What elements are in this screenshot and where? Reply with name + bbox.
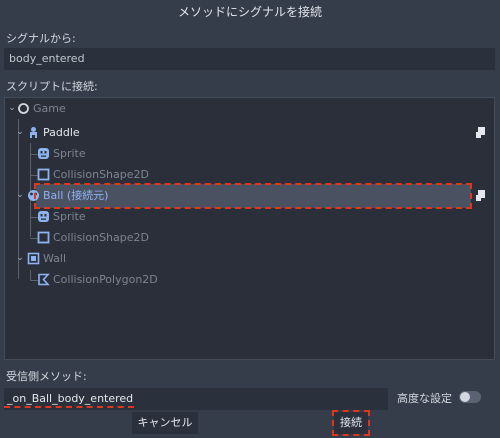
tree-row-ball[interactable]: ⌄ Ball (接続元) <box>5 185 494 206</box>
tree-row-collisionshape2d[interactable]: CollisionShape2D <box>5 227 494 248</box>
advanced-settings-label: 高度な設定 <box>397 392 452 405</box>
tree-node-label: CollisionPolygon2D <box>53 273 158 286</box>
tree-row-game[interactable]: ⌄ Game <box>5 98 494 119</box>
scene-tree: ⌄ Game ⌄ Paddle Sprite CollisionShape2D … <box>4 97 495 360</box>
tree-row-sprite[interactable]: Sprite <box>5 206 494 227</box>
connect-signal-dialog: メソッドにシグナルを接続 シグナルから: body_entered スクリプトに… <box>0 0 500 438</box>
from-signal-label: シグナルから: <box>6 32 76 45</box>
chevron-down-icon[interactable]: ⌄ <box>7 98 17 119</box>
collision-polygon-icon <box>38 273 50 286</box>
collision-shape-icon <box>37 168 50 181</box>
tree-node-label: CollisionShape2D <box>53 231 149 244</box>
advanced-settings-toggle[interactable] <box>459 391 481 403</box>
tree-node-label-selected: Ball (接続元) <box>43 189 109 202</box>
connect-button[interactable]: 接続 <box>334 412 368 434</box>
chevron-down-icon[interactable]: ⌄ <box>15 185 25 206</box>
tree-node-label: Wall <box>43 252 67 265</box>
method-highlight-underline <box>4 406 134 408</box>
script-icon[interactable] <box>475 126 487 139</box>
rigid-body-icon <box>28 190 39 201</box>
node-circle-icon <box>18 103 29 114</box>
tree-row-sprite[interactable]: Sprite <box>5 143 494 164</box>
static-body-icon <box>27 252 40 265</box>
connect-to-script-label: スクリプトに接続: <box>6 80 98 93</box>
tree-row-collisionpolygon2d[interactable]: CollisionPolygon2D <box>5 269 494 290</box>
sprite-icon <box>38 211 49 222</box>
signal-name-field: body_entered <box>4 48 495 70</box>
kinematic-body-icon <box>30 127 37 138</box>
tree-node-label: Sprite <box>53 210 86 223</box>
tree-node-label: Sprite <box>53 147 86 160</box>
tree-node-label: Paddle <box>43 126 80 139</box>
tree-node-label: CollisionShape2D <box>53 168 149 181</box>
tree-row-collisionshape2d[interactable]: CollisionShape2D <box>5 164 494 185</box>
script-icon[interactable] <box>475 189 487 202</box>
chevron-down-icon[interactable]: ⌄ <box>15 122 25 143</box>
receiver-method-label: 受信側メソッド: <box>6 370 87 383</box>
sprite-icon <box>38 148 49 159</box>
tree-row-paddle[interactable]: ⌄ Paddle <box>5 122 494 143</box>
chevron-down-icon[interactable]: ⌄ <box>15 248 25 269</box>
tree-node-label: Game <box>33 102 66 115</box>
cancel-button[interactable]: キャンセル <box>132 412 198 434</box>
collision-shape-icon <box>37 231 50 244</box>
tree-row-wall[interactable]: ⌄ Wall <box>5 248 494 269</box>
toggle-knob <box>460 392 470 402</box>
dialog-title: メソッドにシグナルを接続 <box>0 0 500 24</box>
